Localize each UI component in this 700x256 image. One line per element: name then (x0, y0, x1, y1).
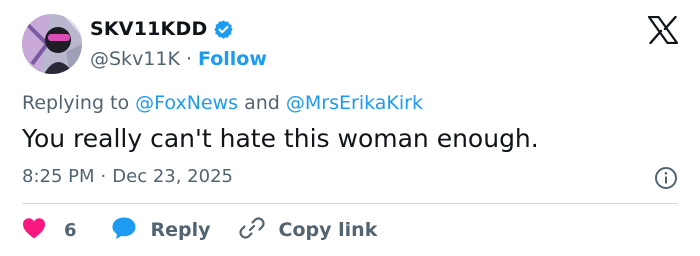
tweet-time: 8:25 PM (22, 166, 95, 187)
author-handle[interactable]: @Skv11K (90, 48, 180, 70)
author-handle-row: @Skv11K · Follow (90, 48, 267, 70)
tweet-date: Dec 23, 2025 (112, 166, 233, 187)
reply-context: Replying to @FoxNews and @MrsErikaKirk (22, 92, 423, 114)
tweet-card: SKV11KDD @Skv11K · Follow Replying to @F… (0, 0, 700, 256)
reply-bubble-icon (111, 216, 137, 244)
link-icon (238, 215, 265, 245)
action-bar: 6 Reply Copy link (22, 214, 405, 246)
divider (22, 203, 678, 204)
like-button[interactable]: 6 (22, 217, 77, 243)
tweet-timestamp[interactable]: 8:25 PM · Dec 23, 2025 (22, 166, 233, 187)
x-logo-icon[interactable] (647, 15, 679, 45)
mention-foxnews[interactable]: @FoxNews (135, 92, 238, 114)
reply-button[interactable]: Reply (111, 216, 211, 244)
author-name-row: SKV11KDD (90, 18, 234, 40)
handle-separator: · (185, 48, 192, 70)
reply-context-joiner: and (244, 92, 280, 114)
tweet-text: You really can't hate this woman enough. (22, 124, 539, 153)
copy-link-button[interactable]: Copy link (238, 215, 378, 245)
follow-button[interactable]: Follow (198, 48, 267, 70)
reply-label: Reply (150, 219, 211, 241)
copy-link-label: Copy link (278, 219, 378, 241)
like-count: 6 (64, 219, 77, 241)
verified-badge-icon (213, 19, 234, 40)
reply-context-prefix: Replying to (22, 92, 130, 114)
heart-icon (22, 217, 46, 243)
timestamp-separator: · (100, 166, 107, 187)
info-icon[interactable] (654, 166, 678, 190)
avatar[interactable] (22, 14, 82, 74)
display-name[interactable]: SKV11KDD (90, 18, 207, 40)
mention-mrserikakirk[interactable]: @MrsErikaKirk (286, 92, 423, 114)
